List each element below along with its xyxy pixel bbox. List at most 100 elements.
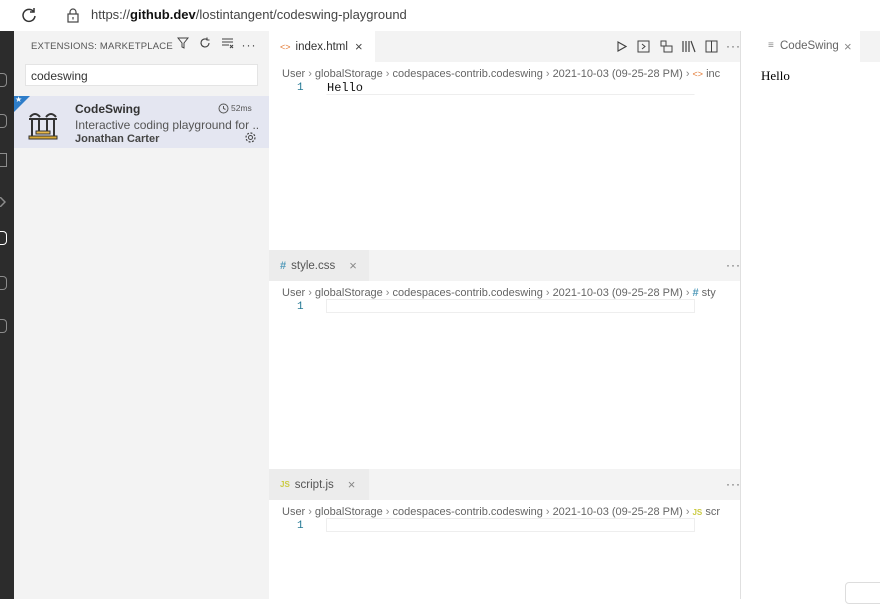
breadcrumb-item[interactable]: User	[282, 68, 305, 80]
breadcrumb-item[interactable]: globalStorage	[315, 68, 383, 80]
activity-run-icon[interactable]	[0, 194, 7, 208]
breadcrumb-item[interactable]: inc	[706, 68, 720, 80]
change-layout-icon[interactable]	[660, 40, 673, 53]
url-text[interactable]: https://github.dev/lostintangent/codeswi…	[91, 7, 407, 22]
editor-preview-sash[interactable]	[740, 31, 754, 599]
feedback-widget[interactable]	[845, 582, 880, 604]
chevron-right-icon: ›	[308, 68, 312, 80]
gear-icon[interactable]	[244, 131, 257, 144]
breadcrumb-item[interactable]: User	[282, 506, 305, 518]
code-line[interactable]: Hello	[326, 81, 695, 95]
activity-scm-icon[interactable]	[0, 153, 7, 167]
chevron-right-icon: ›	[385, 287, 390, 299]
line-number: 1	[297, 520, 304, 532]
open-preview-icon[interactable]	[637, 40, 650, 53]
breadcrumb-item[interactable]: globalStorage	[315, 287, 383, 299]
activity-remote-icon[interactable]	[0, 276, 7, 290]
breadcrumb-item[interactable]: 2021-10-03 (09-25-28 PM)	[553, 68, 683, 80]
browser-address-bar: https://github.dev/lostintangent/codeswi…	[0, 0, 880, 32]
refresh-icon[interactable]	[197, 37, 213, 53]
close-icon[interactable]: ×	[349, 258, 357, 273]
preview-icon: ≡	[768, 40, 774, 51]
preview-output-text: Hello	[761, 68, 790, 83]
more-actions-icon[interactable]: ···	[726, 477, 741, 491]
editor-tab-bar: # style.css × ···	[269, 250, 754, 281]
chevron-right-icon: ›	[545, 506, 550, 518]
split-editor-icon[interactable]	[705, 40, 718, 53]
codeswing-logo-icon	[28, 113, 58, 140]
library-icon[interactable]	[682, 40, 696, 53]
sidebar-title: EXTENSIONS: MARKETPLACE	[31, 41, 173, 52]
breadcrumb-item[interactable]: scr	[705, 506, 720, 518]
extension-search-input[interactable]: codeswing	[25, 64, 258, 86]
editor-group-css: # style.css × ··· User › globalStorage › cod…	[269, 250, 754, 469]
chevron-right-icon: ›	[685, 506, 690, 518]
lock-icon[interactable]	[66, 7, 80, 23]
run-icon[interactable]	[617, 41, 627, 52]
chevron-right-icon: ›	[545, 68, 550, 80]
chevron-right-icon: ›	[308, 287, 312, 299]
breadcrumb: User › globalStorage › codespaces-contrib.co…	[282, 287, 740, 299]
tab-index-html[interactable]: <> index.html ×	[269, 31, 375, 62]
activation-time: 52ms	[231, 103, 252, 113]
css-file-icon: #	[280, 259, 287, 272]
activity-search-icon[interactable]	[0, 114, 7, 128]
breadcrumb: User › globalStorage › codespaces-contrib.co…	[282, 68, 740, 80]
extension-author: Jonathan Carter	[75, 133, 160, 145]
js-file-icon: JS	[280, 480, 290, 489]
breadcrumb-item[interactable]: User	[282, 287, 305, 299]
chevron-right-icon: ›	[685, 287, 690, 299]
extensions-sidebar: EXTENSIONS: MARKETPLACE ··· codeswing ★ …	[14, 31, 269, 599]
chevron-right-icon: ›	[685, 68, 690, 80]
activity-account-icon[interactable]	[0, 319, 7, 333]
breadcrumb-item[interactable]: 2021-10-03 (09-25-28 PM)	[553, 287, 683, 299]
more-actions-icon[interactable]: ···	[726, 258, 741, 272]
tab-label: script.js	[294, 478, 334, 491]
editor-group-html: <> index.html × ··· User › globalStorage › c…	[269, 31, 754, 250]
tab-style-css[interactable]: # style.css ×	[269, 250, 369, 281]
code-line[interactable]	[326, 299, 695, 313]
breadcrumb-item[interactable]: 2021-10-03 (09-25-28 PM)	[553, 506, 683, 518]
activity-explorer-icon[interactable]	[0, 73, 7, 87]
breadcrumb-item[interactable]: sty	[702, 287, 716, 299]
filter-icon[interactable]	[175, 37, 191, 53]
editor-tab-bar: <> index.html × ···	[269, 31, 754, 62]
chevron-right-icon: ›	[545, 287, 550, 299]
css-file-icon: #	[692, 287, 699, 299]
close-icon[interactable]: ×	[348, 477, 356, 492]
close-icon[interactable]: ×	[844, 39, 852, 54]
extension-list-item[interactable]: ★ CodeSwing Interactive coding playgroun…	[14, 95, 269, 148]
breadcrumb-item[interactable]: codespaces-contrib.codeswing	[392, 68, 542, 80]
breadcrumb-item[interactable]: codespaces-contrib.codeswing	[392, 287, 542, 299]
chevron-right-icon: ›	[385, 68, 390, 80]
js-file-icon: JS	[692, 508, 703, 517]
tab-codeswing-preview[interactable]: ≡ CodeSwing ×	[754, 31, 860, 62]
reload-icon[interactable]	[20, 6, 38, 24]
extension-description: Interactive coding playground for ...	[75, 118, 260, 132]
tab-label: index.html	[295, 40, 348, 53]
tab-script-js[interactable]: JS script.js ×	[269, 469, 369, 500]
more-actions-icon[interactable]: ···	[726, 39, 741, 53]
tab-label: style.css	[291, 259, 336, 272]
tab-label: CodeSwing	[780, 40, 839, 52]
breadcrumb: User › globalStorage › codespaces-contrib.co…	[282, 506, 740, 518]
editor-group-js: JS script.js × ··· User › globalStorage › co…	[269, 469, 754, 599]
close-icon[interactable]: ×	[355, 39, 363, 54]
preview-tab-bar: ≡ CodeSwing ×	[754, 31, 880, 62]
more-actions-icon[interactable]: ···	[241, 37, 257, 53]
history-icon	[218, 103, 229, 114]
breadcrumb-item[interactable]: globalStorage	[315, 506, 383, 518]
editor-tab-bar: JS script.js × ···	[269, 469, 754, 500]
activity-extensions-icon[interactable]	[0, 231, 7, 245]
line-number: 1	[297, 301, 304, 313]
star-icon: ★	[15, 95, 23, 104]
html-file-icon: <>	[692, 69, 703, 79]
preview-pane: Hello	[754, 62, 880, 599]
clear-results-icon[interactable]	[219, 37, 235, 53]
chevron-right-icon: ›	[385, 506, 390, 518]
extension-name: CodeSwing	[75, 102, 141, 116]
html-file-icon: <>	[280, 41, 291, 52]
breadcrumb-item[interactable]: codespaces-contrib.codeswing	[392, 506, 542, 518]
code-line[interactable]	[326, 518, 695, 532]
line-number: 1	[297, 82, 304, 94]
